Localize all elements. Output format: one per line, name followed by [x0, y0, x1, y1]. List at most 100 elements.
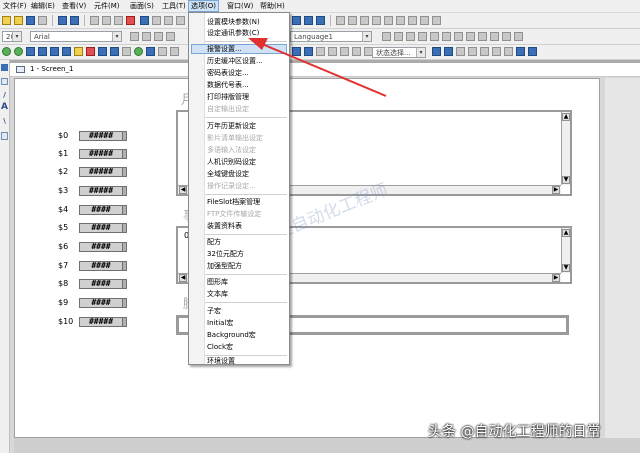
ascii-icon[interactable] — [122, 47, 131, 56]
alarm-display-icon[interactable] — [170, 47, 179, 56]
delete-icon[interactable] — [126, 16, 135, 25]
menu-screen[interactable]: 画面(S) — [128, 1, 156, 11]
text-letter-icon[interactable]: A — [1, 103, 8, 112]
numeric-display[interactable]: ##### — [79, 149, 123, 159]
ungroup-icon[interactable] — [504, 47, 513, 56]
layer-icon[interactable] — [176, 16, 185, 25]
menu-item-calendar-update[interactable]: 万年历更新设定 — [207, 121, 256, 131]
align-right-icon[interactable] — [360, 16, 369, 25]
numeric-display[interactable]: #### — [79, 261, 123, 271]
download-icon[interactable] — [528, 47, 537, 56]
align-bottom-icon[interactable] — [396, 16, 405, 25]
menu-item-recipe-32bit[interactable]: 32位元配方 — [207, 249, 244, 259]
compile-icon[interactable] — [292, 16, 301, 25]
distribute-v-icon[interactable] — [420, 16, 429, 25]
polygon-icon[interactable] — [430, 32, 439, 41]
numeric-display[interactable]: ##### — [79, 186, 123, 196]
bold-icon[interactable] — [130, 32, 139, 41]
screen-icon[interactable] — [152, 16, 161, 25]
find-icon[interactable] — [140, 16, 149, 25]
select-tool-icon[interactable] — [1, 78, 8, 85]
scroll-left-icon[interactable]: ◀ — [179, 186, 187, 194]
scroll-up-icon[interactable]: ▲ — [562, 229, 570, 237]
new-file-icon[interactable] — [2, 16, 11, 25]
line-tool-icon[interactable]: \ — [1, 118, 8, 125]
menu-item-graphics-library[interactable]: 图形库 — [207, 277, 228, 287]
menu-item-fileslot[interactable]: FileSlot档案管理 — [207, 197, 260, 207]
circle-icon[interactable] — [406, 32, 415, 41]
undo-icon[interactable] — [58, 16, 67, 25]
function-key-icon[interactable] — [50, 47, 59, 56]
bar-graph-icon[interactable] — [146, 47, 155, 56]
toggle-switch-icon[interactable] — [62, 47, 71, 56]
pen-icon[interactable] — [502, 32, 511, 41]
rect-icon[interactable] — [394, 32, 403, 41]
scroll-left-icon[interactable]: ◀ — [179, 274, 187, 282]
multi-state-icon[interactable] — [74, 47, 83, 56]
underline-icon[interactable] — [154, 32, 163, 41]
menu-item-device-table[interactable]: 装置资料表 — [207, 221, 242, 231]
trend-icon[interactable] — [134, 47, 143, 56]
numeric-display[interactable]: #### — [79, 205, 123, 215]
menu-item-environment[interactable]: 环境设置 — [207, 356, 235, 366]
table-icon[interactable] — [478, 32, 487, 41]
pencil-tool-icon[interactable]: / — [1, 92, 8, 99]
vertical-scrollbar[interactable]: ▲ ▼ — [561, 228, 570, 273]
scroll-right-icon[interactable]: ▶ — [552, 186, 560, 194]
numeric-display[interactable]: ##### — [79, 131, 123, 141]
align-middle-icon[interactable] — [384, 16, 393, 25]
pointer-tool-icon[interactable] — [1, 64, 8, 71]
meter-icon[interactable] — [158, 47, 167, 56]
menu-edit[interactable]: 编辑(E) — [29, 1, 57, 11]
save-icon[interactable] — [26, 16, 35, 25]
fill-icon[interactable] — [490, 32, 499, 41]
align-top-icon[interactable] — [372, 16, 381, 25]
menu-tools[interactable]: 工具(T) — [160, 1, 188, 11]
numeric-display[interactable]: ##### — [79, 317, 123, 327]
vertical-scrollbar[interactable]: ▲ ▼ — [561, 112, 570, 185]
font-size-select[interactable]: 20 ▾ — [2, 31, 22, 42]
copy-icon[interactable] — [102, 16, 111, 25]
menu-item-background-macro[interactable]: Background宏 — [207, 330, 256, 340]
numeric-display[interactable]: ##### — [79, 167, 123, 177]
font-name-select[interactable]: Arial ▾ — [30, 31, 122, 42]
paste-icon[interactable] — [114, 16, 123, 25]
bit-lamp-icon[interactable] — [2, 47, 11, 56]
set-bit-icon[interactable] — [26, 47, 35, 56]
menu-options[interactable]: 选项(O) — [188, 0, 219, 12]
print-icon[interactable] — [38, 16, 47, 25]
rotate-right-icon[interactable] — [316, 16, 325, 25]
grid-snap-icon[interactable] — [456, 47, 465, 56]
menu-item-global-keyboard[interactable]: 全域键盘设定 — [207, 169, 249, 179]
align-center-icon[interactable] — [348, 16, 357, 25]
menu-item-initial-macro[interactable]: Initial宏 — [207, 318, 233, 328]
numeric-display[interactable]: #### — [79, 279, 123, 289]
menu-item-alarm-settings[interactable]: 报警设置... — [207, 44, 242, 54]
cut-icon[interactable] — [90, 16, 99, 25]
scroll-up-icon[interactable]: ▲ — [562, 113, 570, 121]
scroll-down-icon[interactable]: ▼ — [562, 176, 570, 184]
numeric-input-icon[interactable] — [110, 47, 119, 56]
numeric-display[interactable]: #### — [79, 223, 123, 233]
menu-item-text-library[interactable]: 文本库 — [207, 289, 228, 299]
menu-window[interactable]: 窗口(W) — [225, 1, 255, 11]
back-icon[interactable] — [480, 47, 489, 56]
menu-item-hmi-id[interactable]: 人机识别码设定 — [207, 157, 256, 167]
lock-icon[interactable] — [492, 47, 501, 56]
group-icon[interactable] — [514, 32, 523, 41]
menu-file[interactable]: 文件(F) — [1, 1, 29, 11]
zoom-in-icon[interactable] — [432, 47, 441, 56]
word-lamp-icon[interactable] — [14, 47, 23, 56]
menu-view[interactable]: 查看(V) — [60, 1, 88, 11]
simulate-icon[interactable] — [516, 47, 525, 56]
slider-icon[interactable] — [86, 47, 95, 56]
redo-icon[interactable] — [70, 16, 79, 25]
text-color-icon[interactable] — [166, 32, 175, 41]
grid-icon[interactable] — [164, 16, 173, 25]
align-left-icon[interactable] — [336, 16, 345, 25]
distribute-h-icon[interactable] — [408, 16, 417, 25]
rotate-left-icon[interactable] — [304, 16, 313, 25]
scroll-right-icon[interactable]: ▶ — [552, 274, 560, 282]
zoom-out-icon[interactable] — [444, 47, 453, 56]
menu-item-recipe[interactable]: 配方 — [207, 237, 221, 247]
